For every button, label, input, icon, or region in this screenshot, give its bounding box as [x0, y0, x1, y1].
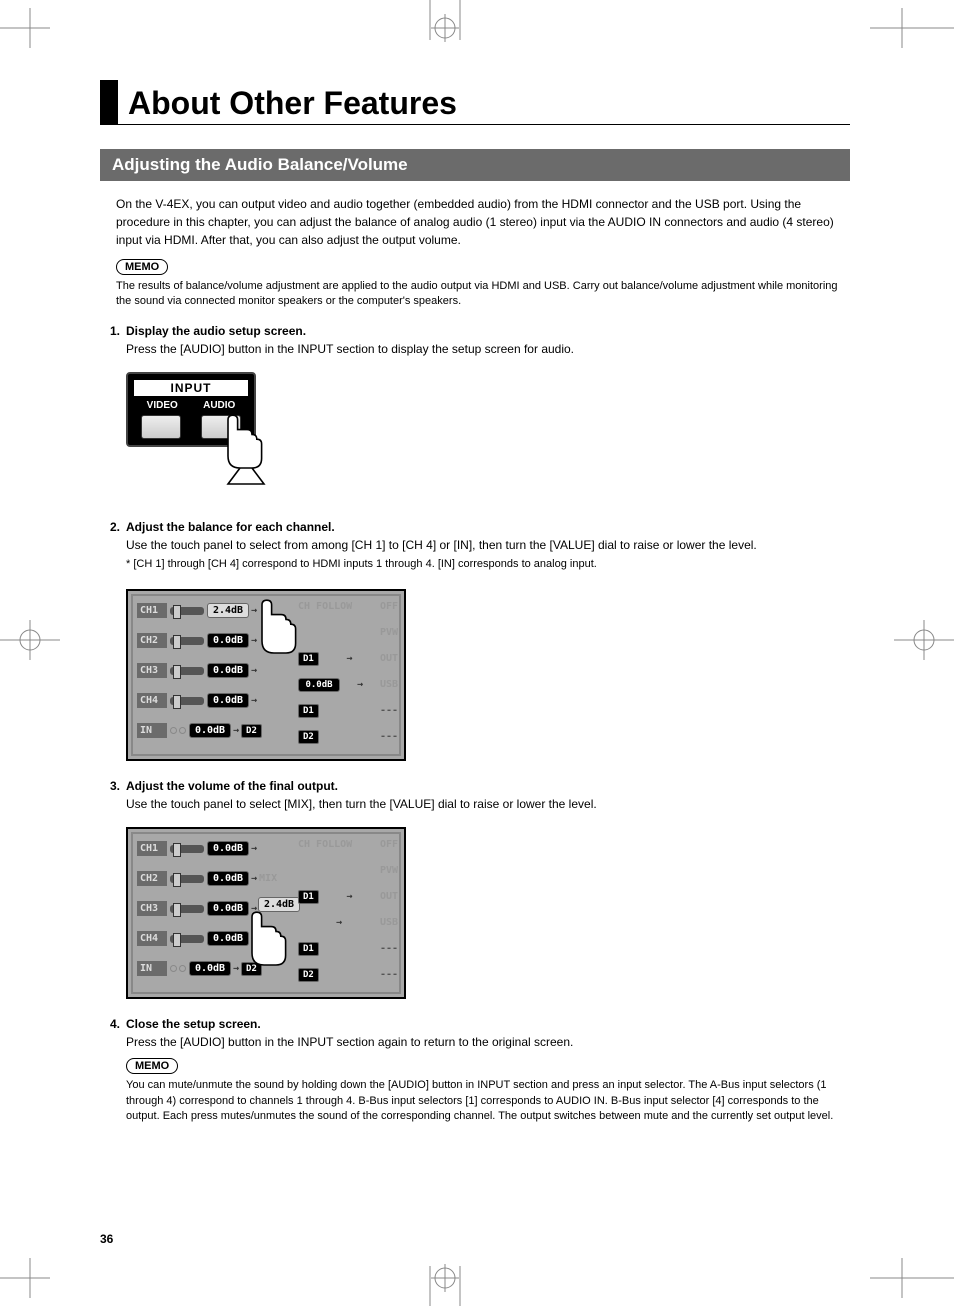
figure-lcd-1: CH12.4dB→ CH20.0dB→ CH30.0dB→ CH40.0dB→ … — [126, 589, 850, 761]
step-title: Adjust the volume of the final output. — [126, 779, 850, 793]
step-note: * [CH 1] through [CH 4] correspond to HD… — [126, 557, 850, 572]
lcd-usb: USB — [380, 917, 398, 928]
figure-lcd-2: CH10.0dB→ CH20.0dB→MIX CH30.0dB→ CH40.0d… — [126, 827, 850, 999]
figure-input-panel: INPUT VIDEO AUDIO — [126, 372, 850, 502]
step-desc: Use the touch panel to select [MIX], the… — [126, 796, 850, 813]
memo-1-text: The results of balance/volume adjustment… — [116, 279, 850, 310]
lcd-pvw: PVW — [380, 627, 398, 638]
slider-icon — [170, 845, 204, 853]
lcd-ch4-value[interactable]: 0.0dB — [207, 693, 249, 708]
title-accent-bar — [100, 80, 118, 124]
lcd-dash: --- — [380, 943, 398, 954]
hand-pointer-icon — [238, 597, 318, 677]
lcd-ch1: CH1 — [137, 841, 167, 856]
lcd-ch4: CH4 — [137, 931, 167, 946]
lcd-off: OFF — [380, 601, 398, 612]
step-4: 4. Close the setup screen. Press the [AU… — [100, 1017, 850, 1139]
audio-label: AUDIO — [203, 400, 235, 411]
lcd-ch1-value[interactable]: 0.0dB — [207, 841, 249, 856]
page-content: About Other Features Adjusting the Audio… — [100, 80, 850, 1143]
step-number: 3. — [100, 779, 120, 817]
step-1: 1. Display the audio setup screen. Press… — [100, 324, 850, 362]
slider-icon — [170, 697, 204, 705]
chapter-title: About Other Features — [128, 85, 457, 124]
slider-icon — [170, 667, 204, 675]
lcd-out: OUT — [380, 891, 398, 902]
video-label: VIDEO — [147, 400, 178, 411]
step-3: 3. Adjust the volume of the final output… — [100, 779, 850, 817]
intro-paragraph: On the V-4EX, you can output video and a… — [116, 195, 850, 249]
step-number: 4. — [100, 1017, 120, 1139]
lcd-ch2: CH2 — [137, 633, 167, 648]
lcd-ch2-value[interactable]: 0.0dB — [207, 871, 249, 886]
hand-pointer-icon — [228, 909, 308, 989]
lcd-ch3: CH3 — [137, 663, 167, 678]
stereo-jack-icon — [170, 727, 186, 734]
lcd-ch2: CH2 — [137, 871, 167, 886]
input-panel-label: INPUT — [134, 380, 248, 396]
step-title: Close the setup screen. — [126, 1017, 850, 1031]
lcd-ch1: CH1 — [137, 603, 167, 618]
step-desc: Use the touch panel to select from among… — [126, 537, 850, 554]
slider-icon — [170, 875, 204, 883]
lcd-d2: D2 — [241, 724, 262, 738]
lcd-out: OUT — [380, 653, 398, 664]
section-header: Adjusting the Audio Balance/Volume — [100, 149, 850, 181]
lcd-ch4: CH4 — [137, 693, 167, 708]
lcd-mix-value[interactable]: 0.0dB — [298, 678, 340, 692]
stereo-jack-icon — [170, 965, 186, 972]
slider-icon — [170, 607, 204, 615]
lcd-dash: --- — [380, 969, 398, 980]
hand-pointer-icon — [204, 412, 284, 492]
lcd-in: IN — [137, 723, 167, 738]
lcd-off: OFF — [380, 839, 398, 850]
step-title: Display the audio setup screen. — [126, 324, 850, 338]
chapter-title-row: About Other Features — [100, 80, 850, 125]
slider-icon — [170, 637, 204, 645]
lcd-mix-label: MIX — [259, 873, 277, 884]
memo-badge: MEMO — [116, 259, 168, 275]
lcd-d2-b: D2 — [298, 730, 319, 744]
slider-icon — [170, 935, 204, 943]
slider-icon — [170, 905, 204, 913]
lcd-in-value[interactable]: 0.0dB — [189, 961, 231, 976]
memo-2-text: You can mute/unmute the sound by holding… — [126, 1078, 850, 1124]
step-number: 1. — [100, 324, 120, 362]
lcd-ch3: CH3 — [137, 901, 167, 916]
step-desc: Press the [AUDIO] button in the INPUT se… — [126, 341, 850, 358]
lcd-usb: USB — [380, 679, 398, 690]
page-number: 36 — [100, 1232, 113, 1246]
lcd-d1-b: D1 — [298, 704, 319, 718]
step-2: 2. Adjust the balance for each channel. … — [100, 520, 850, 579]
memo-badge: MEMO — [126, 1058, 178, 1074]
lcd-chfollow: CH FOLLOW — [298, 839, 352, 850]
step-number: 2. — [100, 520, 120, 579]
video-button[interactable] — [141, 415, 181, 439]
step-desc: Press the [AUDIO] button in the INPUT se… — [126, 1034, 850, 1051]
step-title: Adjust the balance for each channel. — [126, 520, 850, 534]
lcd-in: IN — [137, 961, 167, 976]
lcd-pvw: PVW — [380, 865, 398, 876]
lcd-dash: --- — [380, 705, 398, 716]
lcd-dash: --- — [380, 731, 398, 742]
lcd-in-value[interactable]: 0.0dB — [189, 723, 231, 738]
lcd-d1: D1 — [298, 890, 319, 904]
